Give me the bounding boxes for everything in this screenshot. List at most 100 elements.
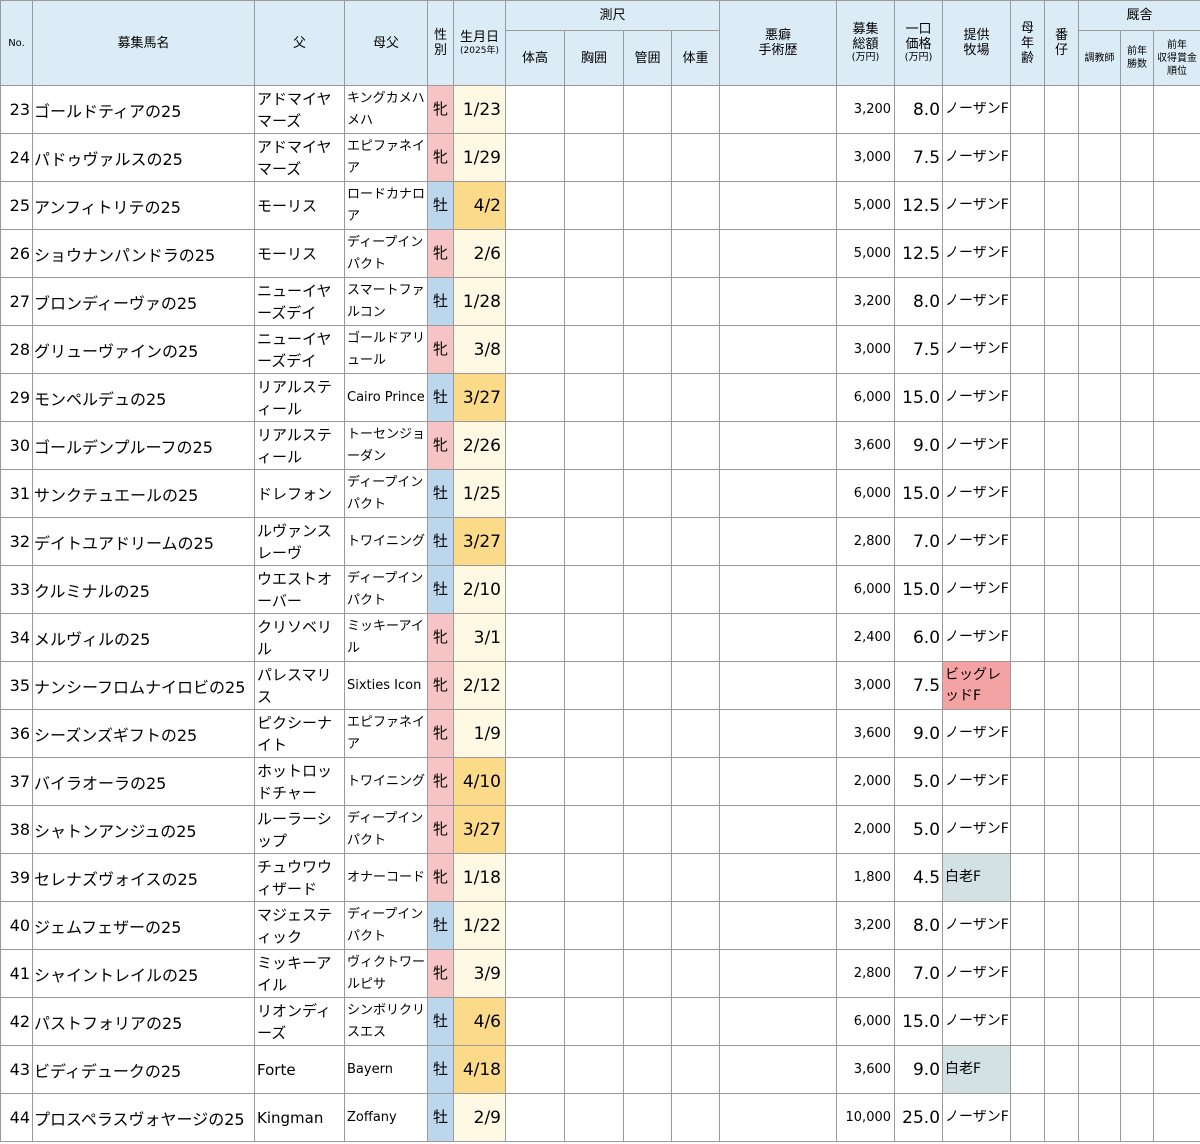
header-dam-age: 母 年 齢 [1010, 0, 1046, 86]
cell-prev-wins [1120, 277, 1155, 326]
cell-cannon [623, 229, 672, 278]
header-unit-price: 一口 価格 (万円) [894, 0, 944, 86]
cell-prev-wins [1120, 757, 1155, 806]
cell-parity [1044, 709, 1080, 758]
cell-cannon [623, 181, 672, 230]
offering-table: No. 募集馬名 父 母父 性別 生月日 (2025年) 測尺 悪癖 手術歴 募… [0, 0, 1200, 1142]
cell-horse-name: サンクテュエールの25 [32, 469, 255, 518]
cell-horse-name: パストフォリアの25 [32, 997, 255, 1046]
cell-prev-wins [1120, 1093, 1155, 1142]
cell-weight [670, 325, 721, 374]
cell-dam-age [1010, 1093, 1046, 1142]
cell-dam-age [1010, 325, 1046, 374]
cell-prev-rank [1153, 613, 1200, 662]
cell-unit-price: 25.0 [894, 1093, 944, 1142]
cell-parity [1044, 373, 1080, 422]
cell-girth [564, 133, 624, 182]
cell-height [505, 853, 565, 902]
cell-girth [564, 709, 624, 758]
cell-cannon [623, 901, 672, 950]
cell-birth: 2/6 [453, 229, 506, 278]
cell-horse-name: ブロンディーヴァの25 [32, 277, 255, 326]
cell-farm: 白老F [942, 1045, 1012, 1094]
table-row: 38 シャトンアンジュの25 ルーラーシップ ディープインパクト牝 3/27 2,000 5… [0, 805, 1200, 854]
cell-height [505, 469, 565, 518]
cell-prev-rank [1153, 757, 1200, 806]
cell-total: 6,000 [836, 565, 896, 614]
cell-sex: 牡 [427, 901, 454, 950]
table-row: 28 グリューヴァインの25 ニューイヤーズデイ ゴールドアリュール牝 3/8 3,000… [0, 325, 1200, 374]
cell-no: 41 [0, 949, 33, 998]
cell-weight [670, 901, 721, 950]
cell-prev-wins [1120, 805, 1155, 854]
cell-no: 28 [0, 325, 33, 374]
header-stable: 厩舎 [1078, 0, 1200, 31]
cell-parity [1044, 469, 1080, 518]
cell-sire: モーリス [254, 229, 345, 278]
cell-damsire: エピファネイア [344, 133, 428, 182]
cell-sex: 牝 [427, 757, 454, 806]
cell-damsire: ヴィクトワールピサ [344, 949, 428, 998]
cell-farm: ノーザンF [942, 181, 1012, 230]
cell-total: 2,800 [836, 517, 896, 566]
cell-sex: 牝 [427, 229, 454, 278]
cell-sire: ルヴァンスレーヴ [254, 517, 345, 566]
header-sex: 性別 [427, 0, 454, 86]
table-row: 43 ビディデュークの25 Forte Bayern 牡 4/18 3,600 9.0 白老F [0, 1045, 1200, 1094]
cell-parity [1044, 181, 1080, 230]
cell-vices [719, 325, 838, 374]
table-row: 23 ゴールドティアの25 アドマイヤマーズ キングカメハメハ牝 1/23 3,200 8.… [0, 85, 1200, 134]
cell-girth [564, 565, 624, 614]
cell-no: 27 [0, 277, 33, 326]
cell-horse-name: ナンシーフロムナイロビの25 [32, 661, 255, 710]
cell-prev-rank [1153, 805, 1200, 854]
cell-birth: 1/28 [453, 277, 506, 326]
cell-sire: マジェスティック [254, 901, 345, 950]
cell-trainer [1078, 565, 1122, 614]
cell-prev-rank [1153, 85, 1200, 134]
header-parity: 番 仔 [1044, 0, 1080, 86]
cell-sex: 牝 [427, 325, 454, 374]
cell-total: 6,000 [836, 997, 896, 1046]
cell-height [505, 613, 565, 662]
header-weight: 体重 [670, 30, 721, 86]
cell-farm: ノーザンF [942, 517, 1012, 566]
cell-cannon [623, 949, 672, 998]
cell-farm: ノーザンF [942, 469, 1012, 518]
cell-weight [670, 277, 721, 326]
cell-height [505, 901, 565, 950]
cell-vices [719, 901, 838, 950]
cell-dam-age [1010, 805, 1046, 854]
cell-prev-rank [1153, 901, 1200, 950]
cell-damsire: トワイニング [344, 757, 428, 806]
cell-prev-wins [1120, 565, 1155, 614]
cell-horse-name: アンフィトリテの25 [32, 181, 255, 230]
cell-dam-age [1010, 373, 1046, 422]
cell-sire: ルーラーシップ [254, 805, 345, 854]
cell-farm: ノーザンF [942, 613, 1012, 662]
cell-birth: 2/26 [453, 421, 506, 470]
cell-unit-price: 5.0 [894, 757, 944, 806]
table-row: 32 デイトユアドリームの25 ルヴァンスレーヴ トワイニング牡 3/27 2,800 7.… [0, 517, 1200, 566]
cell-sex: 牡 [427, 277, 454, 326]
cell-no: 40 [0, 901, 33, 950]
cell-no: 35 [0, 661, 33, 710]
cell-height [505, 229, 565, 278]
cell-birth: 1/25 [453, 469, 506, 518]
cell-no: 36 [0, 709, 33, 758]
cell-sire: リアルスティール [254, 421, 345, 470]
cell-height [505, 133, 565, 182]
table-row: 31 サンクテュエールの25 ドレフォン ディープインパクト牡 1/25 6,000 15.… [0, 469, 1200, 518]
table-row: 34 メルヴィルの25 クリソベリル ミッキーアイル牝 3/1 2,400 6.0 ノーザンF [0, 613, 1200, 662]
cell-sex: 牡 [427, 1093, 454, 1142]
cell-farm: ノーザンF [942, 133, 1012, 182]
cell-trainer [1078, 1045, 1122, 1094]
cell-total: 6,000 [836, 373, 896, 422]
table-row: 27 ブロンディーヴァの25 ニューイヤーズデイ スマートファルコン牡 1/28 3,20… [0, 277, 1200, 326]
cell-trainer [1078, 757, 1122, 806]
cell-weight [670, 565, 721, 614]
header-total: 募集 総額 (万円) [836, 0, 896, 86]
table-row: 29 モンペルデュの25 リアルスティール Cairo Prince 牡 3/27 6,00… [0, 373, 1200, 422]
cell-total: 2,000 [836, 757, 896, 806]
cell-vices [719, 373, 838, 422]
